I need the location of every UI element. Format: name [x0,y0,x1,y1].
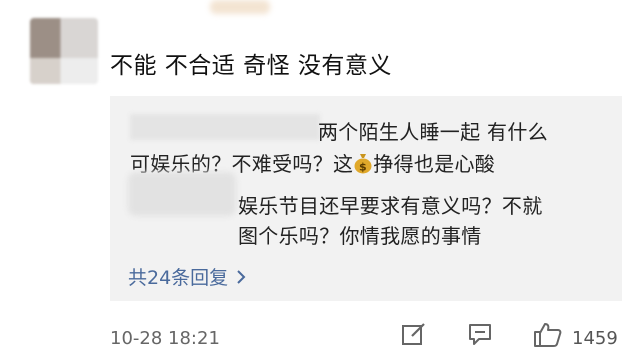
comment-text: 不能 不合适 奇怪 没有意义 [110,53,392,79]
like-button[interactable] [532,320,564,352]
more-replies-label: 共24条回复 [128,267,229,289]
comment-timestamp: 10-28 18:21 [110,328,220,349]
reply-box: 两个陌生人睡一起 有什么 可娱乐的？不难受吗？这 $ 挣得也是心酸 娱乐节目还早要求… [110,96,622,301]
comment-button[interactable] [466,320,494,352]
money-bag-icon: $ [353,152,373,174]
speech-bubble-icon [469,324,491,345]
thumbs-up-icon [534,323,562,347]
blurred-header-fragment [210,0,270,14]
avatar[interactable] [30,18,98,84]
chevron-right-icon [236,267,246,289]
like-count: 1459 [572,328,618,349]
reply-1-text-b: 挣得也是心酸 [373,152,496,176]
reply-1-line-1: 两个陌生人睡一起 有什么 [318,120,548,144]
blurred-username-2 [128,172,236,216]
blurred-username [130,114,320,140]
edit-icon [402,323,425,345]
more-replies-link[interactable]: 共24条回复 [128,263,246,290]
reply-2-line-1: 娱乐节目还早要求有意义吗？不就 [238,194,543,218]
svg-text:$: $ [359,161,367,174]
reply-2-line-2: 图个乐吗？你情我愿的事情 [238,224,482,248]
reply-button[interactable] [400,320,428,352]
